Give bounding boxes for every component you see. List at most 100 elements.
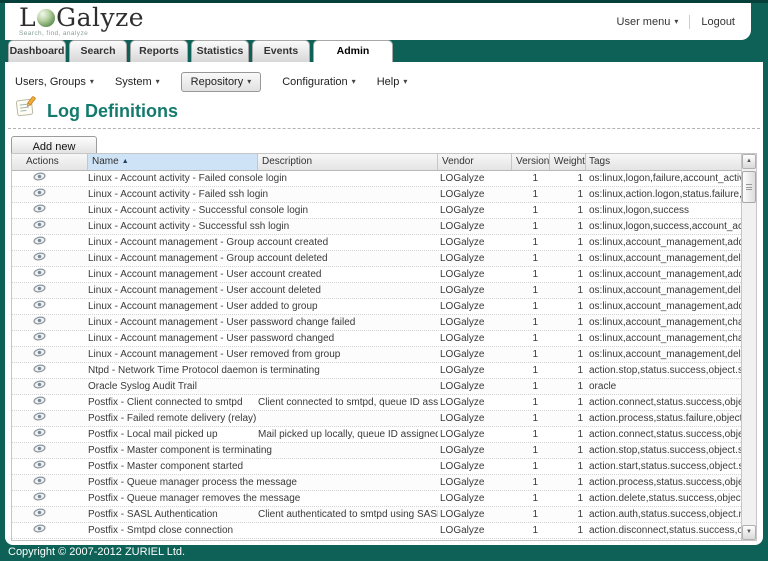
tab-search[interactable]: Search <box>69 40 127 62</box>
column-header-description[interactable]: Description <box>258 154 438 170</box>
table-row[interactable]: Linux - Account management - User passwo… <box>12 331 741 347</box>
cell-tags: os:linux,account_management,delete,su <box>586 347 741 362</box>
view-eye-icon[interactable] <box>33 491 46 506</box>
user-menu-button[interactable]: User menu▾ <box>617 16 679 28</box>
menu-item-users-groups[interactable]: Users, Groups▾ <box>15 73 94 91</box>
cell-weight: 1 <box>550 379 586 394</box>
cell-tags: os:linux,account_management,change,fa <box>586 315 741 330</box>
table-row[interactable]: Linux - Account management - User added … <box>12 299 741 315</box>
view-eye-icon[interactable] <box>33 427 46 442</box>
cell-actions <box>12 459 88 474</box>
view-eye-icon[interactable] <box>33 283 46 298</box>
view-eye-icon[interactable] <box>33 251 46 266</box>
tab-events[interactable]: Events <box>252 40 310 62</box>
view-eye-icon[interactable] <box>33 219 46 234</box>
table-row[interactable]: Postfix - Queue manager process the mess… <box>12 475 741 491</box>
cell-description <box>258 267 438 282</box>
menu-item-repository[interactable]: Repository▾ <box>181 72 262 92</box>
cell-weight: 1 <box>550 203 586 218</box>
cell-actions <box>12 267 88 282</box>
table-row[interactable]: Linux - Account management - User passwo… <box>12 315 741 331</box>
column-header-weight[interactable]: Weight <box>550 154 586 170</box>
table-row[interactable]: Postfix - SASL Authentication Client aut… <box>12 507 741 523</box>
scroll-down-button[interactable]: ▼ <box>742 525 756 540</box>
table-row[interactable]: Linux - Account management - User remove… <box>12 347 741 363</box>
table-row[interactable]: Linux - Account management - User accoun… <box>12 283 741 299</box>
tab-statistics[interactable]: Statistics <box>191 40 249 62</box>
cell-name: Linux - Account activity - Failed consol… <box>88 171 258 186</box>
log-definitions-icon <box>15 96 39 122</box>
cell-name: Linux - Account activity - Failed ssh lo… <box>88 187 258 202</box>
menu-item-help[interactable]: Help▾ <box>377 73 408 91</box>
view-eye-icon[interactable] <box>33 475 46 490</box>
menu-item-system[interactable]: System▾ <box>115 73 160 91</box>
table-row[interactable]: Linux - Account management - Group accou… <box>12 251 741 267</box>
view-eye-icon[interactable] <box>33 395 46 410</box>
logout-link[interactable]: Logout <box>701 16 735 28</box>
column-header-vendor[interactable]: Vendor <box>438 154 512 170</box>
tab-reports[interactable]: Reports <box>130 40 188 62</box>
table-row[interactable]: Linux - Account management - User accoun… <box>12 267 741 283</box>
cell-version: 1 <box>512 235 550 250</box>
copyright-text: Copyright © 2007-2012 ZURIEL Ltd. <box>8 546 185 558</box>
view-eye-icon[interactable] <box>33 411 46 426</box>
column-header-actions[interactable]: Actions <box>12 154 88 170</box>
cell-actions <box>12 363 88 378</box>
cell-tags: action.connect,status.success,object.sy <box>586 395 741 410</box>
vertical-scrollbar[interactable]: ▲ ▼ <box>741 154 756 540</box>
table-row[interactable]: Postfix - Master component started LOGal… <box>12 459 741 475</box>
view-eye-icon[interactable] <box>33 379 46 394</box>
view-eye-icon[interactable] <box>33 331 46 346</box>
view-eye-icon[interactable] <box>33 315 46 330</box>
table-row[interactable]: Linux - Account activity - Failed consol… <box>12 171 741 187</box>
logo-o-sphere-icon <box>37 9 55 27</box>
view-eye-icon[interactable] <box>33 523 46 538</box>
column-header-version[interactable]: Version <box>512 154 550 170</box>
cell-tags: action.delete,status.success,object.syst <box>586 491 741 506</box>
table-row[interactable]: Postfix - Smtpd close connection LOGalyz… <box>12 523 741 539</box>
table-row[interactable]: Postfix - Queue manager removes the mess… <box>12 491 741 507</box>
view-eye-icon[interactable] <box>33 267 46 282</box>
cell-description <box>258 235 438 250</box>
view-eye-icon[interactable] <box>33 363 46 378</box>
table-row[interactable]: Postfix - Master component is terminatin… <box>12 443 741 459</box>
cell-vendor: LOGalyze <box>438 315 512 330</box>
column-header-name[interactable]: Name▲ <box>88 154 258 170</box>
view-eye-icon[interactable] <box>33 443 46 458</box>
table-row[interactable]: Linux - Account management - Group accou… <box>12 235 741 251</box>
cell-actions <box>12 411 88 426</box>
table-row[interactable]: Linux - Account activity - Successful ss… <box>12 219 741 235</box>
cell-weight: 1 <box>550 267 586 282</box>
table-row[interactable]: Postfix - Failed remote delivery (relay)… <box>12 411 741 427</box>
table-row[interactable]: Postfix - Client connected to smtpd Clie… <box>12 395 741 411</box>
tab-admin[interactable]: Admin <box>313 40 393 62</box>
table-row[interactable]: Linux - Account activity - Failed ssh lo… <box>12 187 741 203</box>
view-eye-icon[interactable] <box>33 187 46 202</box>
cell-actions <box>12 475 88 490</box>
scroll-up-button[interactable]: ▲ <box>742 154 756 169</box>
scrollbar-thumb[interactable] <box>742 171 756 203</box>
menu-item-configuration[interactable]: Configuration▾ <box>282 73 355 91</box>
table-row[interactable]: Linux - Account activity - Successful co… <box>12 203 741 219</box>
cell-weight: 1 <box>550 219 586 234</box>
table-row[interactable]: Oracle Syslog Audit Trail LOGalyze 1 1 o… <box>12 379 741 395</box>
logo-text-rest: Galyze <box>56 3 144 32</box>
cell-actions <box>12 507 88 522</box>
cell-weight: 1 <box>550 315 586 330</box>
cell-name: Postfix - Master component is terminatin… <box>88 443 258 458</box>
view-eye-icon[interactable] <box>33 347 46 362</box>
tab-dashboard[interactable]: Dashboard <box>8 40 66 62</box>
cell-vendor: LOGalyze <box>438 299 512 314</box>
view-eye-icon[interactable] <box>33 171 46 186</box>
content-panel: Users, Groups▾ System▾ Repository▾ Confi… <box>5 62 763 545</box>
table-row[interactable]: Postfix - Local mail picked up Mail pick… <box>12 427 741 443</box>
view-eye-icon[interactable] <box>33 507 46 522</box>
view-eye-icon[interactable] <box>33 203 46 218</box>
view-eye-icon[interactable] <box>33 235 46 250</box>
logo[interactable]: LGalyze Search, find, analyze <box>19 5 144 38</box>
table-row[interactable]: Ntpd - Network Time Protocol daemon is t… <box>12 363 741 379</box>
view-eye-icon[interactable] <box>33 299 46 314</box>
view-eye-icon[interactable] <box>33 459 46 474</box>
column-header-tags[interactable]: Tags <box>586 154 741 170</box>
cell-description <box>258 523 438 538</box>
